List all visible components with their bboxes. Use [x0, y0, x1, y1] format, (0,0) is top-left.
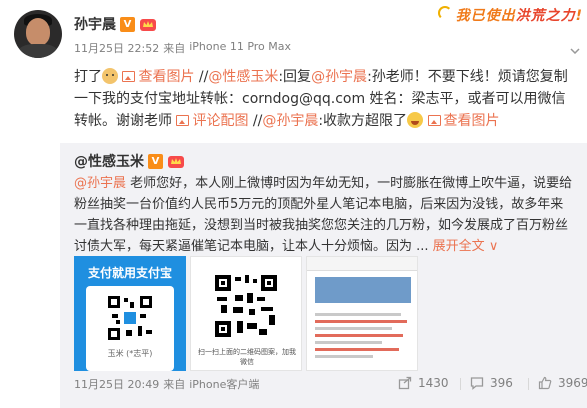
alipay-title: 支付就用支付宝 — [87, 266, 172, 280]
sticker-text-2: 洪荒之力 — [515, 8, 576, 24]
qr-code-icon — [106, 294, 154, 342]
share-count: 1430 — [418, 376, 449, 390]
user-line: 孙宇晨 V — [74, 14, 157, 34]
image-gallery: 支付就用支付宝 玉米 (*志平) 扫一扫上面的二维码图案，加我微信 — [74, 256, 418, 371]
screenshot-image[interactable] — [306, 256, 418, 371]
mention-link[interactable]: @性感玉米 — [208, 69, 278, 85]
image-icon — [122, 71, 136, 82]
post-meta: 11月25日 22:52 来自 iPhone 11 Pro Max — [74, 40, 291, 56]
source-prefix: 来自 — [163, 378, 186, 391]
separator-1: // — [194, 69, 209, 85]
view-image-link-1[interactable]: 查看图片 — [122, 69, 194, 85]
repost-author[interactable]: @性感玉米 — [74, 151, 144, 171]
wechat-caption: 扫一扫上面的二维码图案，加我微信 — [198, 348, 296, 366]
image-icon — [427, 115, 441, 126]
post-header: 孙宇晨 V 11月25日 22:52 来自 iPhone 11 Pro Max — [14, 10, 474, 66]
like-count: 3969 — [558, 376, 587, 390]
vip-crown-icon[interactable] — [167, 154, 185, 169]
alipay-qr-image[interactable]: 支付就用支付宝 玉米 (*志平) — [74, 256, 186, 371]
share-icon — [398, 376, 412, 390]
post-text-seg1: 打了 — [74, 69, 102, 85]
laugh-cry-emoji-icon — [407, 112, 424, 128]
wechat-qr-image[interactable]: 扫一扫上面的二维码图案，加我微信 — [190, 256, 302, 371]
repost-time[interactable]: 11月25日 20:49 — [74, 376, 159, 392]
divider — [528, 378, 529, 390]
verified-badge-icon[interactable]: V — [148, 153, 163, 169]
comment-count: 396 — [490, 376, 513, 390]
post-source: iPhone 11 Pro Max — [189, 40, 292, 53]
post-text-seg2: :回复 — [278, 69, 312, 85]
mention-link[interactable]: @孙宇晨 — [311, 69, 367, 85]
post-text: 打了 查看图片 //@性感玉米:回复@孙宇晨:孙老师！不要下线！烦请您复制一下我… — [74, 66, 574, 132]
username[interactable]: 孙宇晨 — [74, 14, 116, 34]
thumbs-up-icon — [538, 376, 552, 390]
separator-2: // — [248, 113, 263, 129]
verified-badge-icon[interactable]: V — [120, 16, 135, 32]
share-button[interactable]: 1430 — [398, 376, 449, 390]
like-button[interactable]: 3969 — [538, 376, 587, 390]
comment-image-link[interactable]: 评论配图 — [176, 113, 248, 129]
repost-block: @性感玉米 V @孙宇晨 老师您好，本人刚上微博时因为年幼无知，一时膨胀在微博上… — [60, 143, 587, 408]
alipay-caption: 玉米 (*志平) — [107, 349, 153, 358]
top-right-sticker: 我已使出洪荒之力! — [437, 2, 583, 28]
repost-footer: 11月25日 20:49 来自 iPhone客户端 1430 396 3969 — [74, 376, 587, 392]
comment-icon — [470, 377, 484, 390]
repost-author-line: @性感玉米 V — [74, 151, 185, 171]
chevron-down-icon[interactable] — [570, 48, 580, 54]
mention-link[interactable]: @孙宇晨 — [262, 113, 318, 129]
repost-source: iPhone客户端 — [189, 378, 260, 391]
post-time[interactable]: 11月25日 22:52 — [74, 40, 159, 56]
post-text-seg4: :收款方超限了 — [318, 113, 408, 129]
qr-code-icon — [213, 273, 279, 339]
mention-link[interactable]: @孙宇晨 — [74, 176, 126, 191]
vip-crown-icon[interactable] — [139, 17, 157, 32]
source-prefix: 来自 — [163, 42, 186, 55]
expand-full-text-link[interactable]: 展开全文 ∨ — [433, 239, 499, 254]
sticker-text-3: ! — [575, 8, 583, 24]
view-image-link-2[interactable]: 查看图片 — [427, 113, 500, 129]
repost-text: @孙宇晨 老师您好，本人刚上微博时因为年幼无知，一时膨胀在微博上吹牛逼，说要给粉… — [74, 173, 574, 257]
image-icon — [176, 115, 190, 126]
divider — [460, 378, 461, 390]
comment-button[interactable]: 396 — [470, 376, 513, 390]
avatar[interactable] — [14, 10, 62, 58]
doge-emoji-icon — [102, 68, 118, 84]
